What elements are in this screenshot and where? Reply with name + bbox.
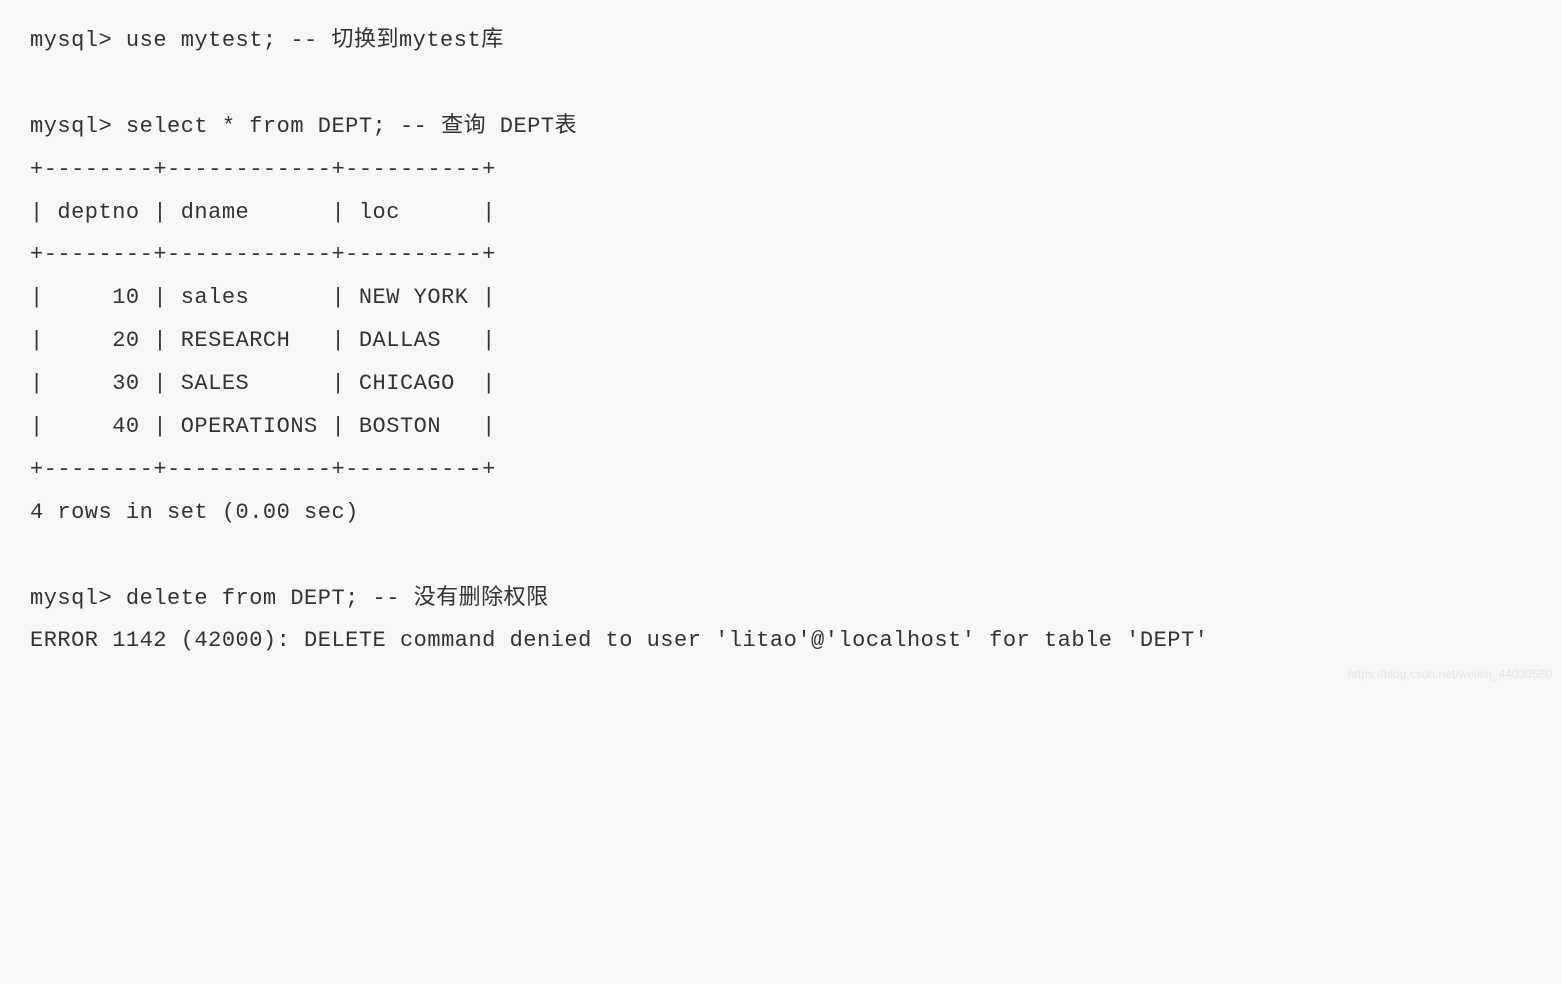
table-header: | deptno | dname | loc |	[30, 200, 496, 225]
table-row-2: | 20 | RESEARCH | DALLAS |	[30, 328, 496, 353]
table-row-4: | 40 | OPERATIONS | BOSTON |	[30, 414, 496, 439]
prompt-1: mysql> use mytest; -- 切换到mytest库	[30, 28, 504, 53]
table-row-3: | 30 | SALES | CHICAGO |	[30, 371, 496, 396]
table-row-1: | 10 | sales | NEW YORK |	[30, 285, 496, 310]
watermark: https://blog.csdn.net/weixin_44030580	[1348, 663, 1552, 686]
result-summary: 4 rows in set (0.00 sec)	[30, 500, 359, 525]
terminal-output: mysql> use mytest; -- 切换到mytest库 mysql> …	[30, 28, 1208, 653]
table-border-top: +--------+------------+----------+	[30, 157, 496, 182]
error-message: ERROR 1142 (42000): DELETE command denie…	[30, 628, 1208, 653]
prompt-2: mysql> select * from DEPT; -- 查询 DEPT表	[30, 114, 577, 139]
table-border-bottom: +--------+------------+----------+	[30, 457, 496, 482]
table-border-mid: +--------+------------+----------+	[30, 242, 496, 267]
prompt-3: mysql> delete from DEPT; -- 没有删除权限	[30, 586, 549, 611]
